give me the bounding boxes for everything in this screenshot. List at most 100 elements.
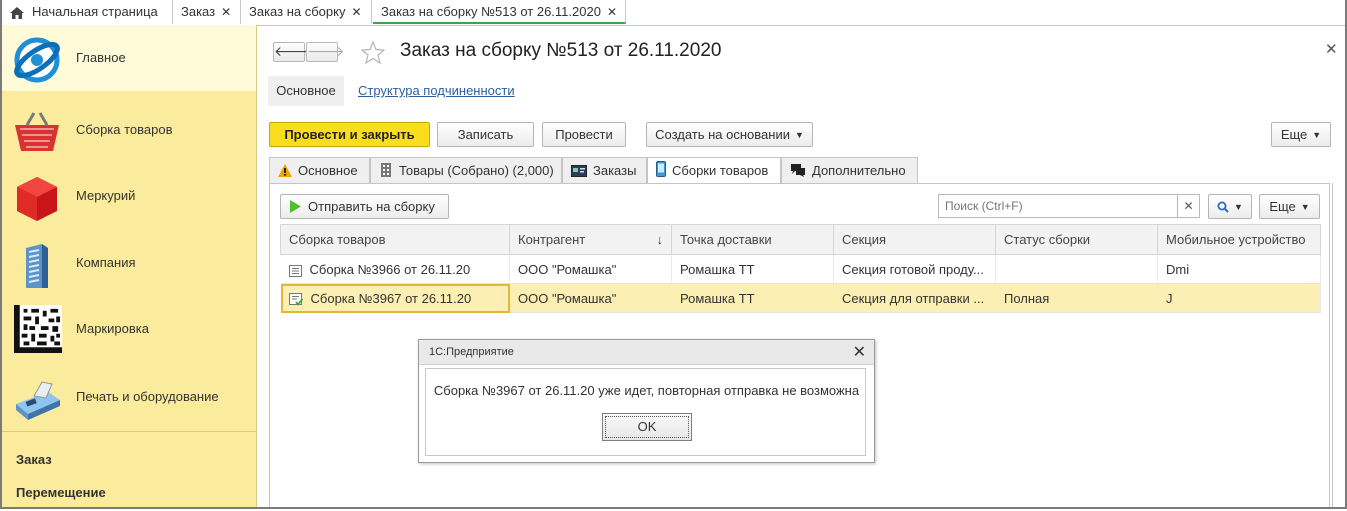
column-header[interactable]: Точка доставки xyxy=(671,224,834,255)
tab-goods[interactable]: Товары (Собрано) (2,000) xyxy=(370,157,562,183)
table-cell[interactable]: Полная xyxy=(995,283,1158,313)
cell-text: Сборка №3966 от 26.11.20 xyxy=(309,261,471,277)
sidebar-item-company[interactable]: Компания xyxy=(2,230,256,296)
table-cell[interactable]: Секция готовой проду... xyxy=(833,254,996,284)
sidebar-item-print-equipment[interactable]: Печать и оборудование xyxy=(2,364,256,430)
tab-label: Сборки товаров xyxy=(672,163,769,178)
tab-order-label: Заказ xyxy=(181,4,216,19)
column-header[interactable]: Мобильное устройство xyxy=(1157,224,1321,255)
sidebar-item-mercury[interactable]: Меркурий xyxy=(2,163,256,229)
tab-orders[interactable]: Заказы xyxy=(562,157,647,183)
search-input[interactable] xyxy=(938,194,1178,218)
dialog-titlebar: 1С:Предприятие ✕ xyxy=(419,340,874,365)
page-title: Заказ на сборку №513 от 26.11.2020 xyxy=(400,40,722,61)
tab-home-label: Начальная страница xyxy=(32,4,158,19)
table-cell[interactable]: ООО "Ромашка" xyxy=(509,283,672,313)
list-more-button[interactable]: Еще ▼ xyxy=(1259,194,1320,219)
table-cell[interactable]: Сборка №3967 от 26.11.20 xyxy=(280,283,510,313)
more-button[interactable]: Еще ▼ xyxy=(1271,122,1331,147)
sidebar-item-marking[interactable]: Маркировка xyxy=(2,296,256,362)
table-cell[interactable]: Ромашка ТТ xyxy=(671,254,834,284)
sidebar-item-label: Главное xyxy=(76,50,126,65)
write-button[interactable]: Записать xyxy=(437,122,534,147)
sidebar-item-label: Печать и оборудование xyxy=(76,389,219,404)
chevron-down-icon: ▼ xyxy=(794,130,804,140)
column-header[interactable]: Секция xyxy=(833,224,996,255)
sidebar-divider xyxy=(2,431,256,432)
building-icon xyxy=(381,163,391,177)
post-button[interactable]: Провести xyxy=(542,122,626,147)
column-header[interactable]: Контрагент ↓ xyxy=(509,224,672,255)
search-button[interactable]: ▼ xyxy=(1208,194,1252,219)
close-icon[interactable]: ✕ xyxy=(607,5,617,19)
chat-icon xyxy=(791,164,805,177)
sidebar-link-transfer[interactable]: Перемещение xyxy=(16,485,106,500)
forward-button[interactable]: 🡒 xyxy=(306,42,345,62)
chevron-down-icon: ▼ xyxy=(1312,130,1322,140)
home-icon xyxy=(10,6,24,19)
warning-icon xyxy=(278,164,292,177)
send-to-assembly-label: Отправить на сборку xyxy=(308,199,435,214)
table-cell[interactable]: J xyxy=(1157,283,1321,313)
create-based-on-button[interactable]: Создать на основании ▼ xyxy=(646,122,813,147)
star-icon[interactable] xyxy=(361,41,385,64)
cell-text: Сборка №3967 от 26.11.20 xyxy=(310,290,472,306)
document-posted-icon xyxy=(288,292,303,306)
cash-register-icon xyxy=(16,381,60,420)
table-header: Сборка товаров Контрагент ↓ Точка доставк… xyxy=(280,224,1321,255)
sidebar-item-label: Меркурий xyxy=(76,188,136,203)
table-row[interactable]: Сборка №3967 от 26.11.20 ООО "Ромашка" Р… xyxy=(280,283,1321,313)
phone-icon xyxy=(656,161,666,177)
sidebar-item-label: Сборка товаров xyxy=(76,122,173,137)
tab-home[interactable]: Начальная страница xyxy=(2,0,173,24)
table-cell[interactable] xyxy=(995,254,1158,284)
post-and-close-button[interactable]: Провести и закрыть xyxy=(269,122,430,147)
tab-label: Дополнительно xyxy=(812,163,906,178)
card-icon xyxy=(571,165,587,177)
document-icon xyxy=(288,264,302,277)
table-cell[interactable]: Секция для отправки ... xyxy=(833,283,996,313)
table-cell[interactable]: Сборка №3966 от 26.11.20 xyxy=(280,254,510,284)
tab-assembly-order-label: Заказ на сборку xyxy=(249,4,346,19)
tab-assembly-order[interactable]: Заказ на сборку ✕ xyxy=(241,0,372,24)
table-cell[interactable]: Dmi xyxy=(1157,254,1321,284)
close-icon[interactable]: ✕ xyxy=(853,342,866,362)
more-label: Еще xyxy=(1280,127,1308,142)
tab-main[interactable]: Основное xyxy=(269,157,370,183)
close-icon[interactable]: ✕ xyxy=(221,5,231,19)
table-cell[interactable]: Ромашка ТТ xyxy=(671,283,834,313)
scrollbar[interactable] xyxy=(1332,183,1333,507)
column-header-label: Контрагент xyxy=(518,232,586,247)
close-icon[interactable]: ✕ xyxy=(351,5,361,19)
chevron-down-icon: ▼ xyxy=(1300,202,1310,212)
tab-additional[interactable]: Дополнительно xyxy=(781,157,918,183)
list-more-label: Еще xyxy=(1269,199,1296,214)
tab-label: Товары (Собрано) (2,000) xyxy=(399,163,554,178)
sidebar-link-order[interactable]: Заказ xyxy=(16,452,52,467)
tab-assembly-order-513-label: Заказ на сборку №513 от 26.11.2020 xyxy=(381,4,601,19)
subtab-structure-link[interactable]: Структура подчиненности xyxy=(358,76,515,106)
create-based-on-label: Создать на основании xyxy=(655,127,790,142)
send-to-assembly-button[interactable]: Отправить на сборку xyxy=(280,194,449,219)
close-form-icon[interactable]: ✕ xyxy=(1325,40,1338,58)
dialog-body: Сборка №3967 от 26.11.20 уже идет, повто… xyxy=(425,368,866,456)
sidebar-item-assembly[interactable]: Сборка товаров xyxy=(2,97,256,163)
column-header[interactable]: Сборка товаров xyxy=(280,224,510,255)
back-button[interactable]: 🡐 xyxy=(273,42,312,62)
sort-arrow-icon: ↓ xyxy=(656,232,664,247)
table-cell[interactable]: ООО "Ромашка" xyxy=(509,254,672,284)
building-icon xyxy=(26,244,48,288)
ok-button[interactable]: OK xyxy=(602,413,692,441)
sidebar-item-main[interactable]: Главное xyxy=(2,25,256,91)
tab-order[interactable]: Заказ ✕ xyxy=(173,0,241,24)
table-row[interactable]: Сборка №3966 от 26.11.20 ООО "Ромашка" Р… xyxy=(280,254,1321,284)
top-tab-bar: Начальная страница Заказ ✕ Заказ на сборк… xyxy=(2,0,1345,26)
clear-search-icon[interactable]: ✕ xyxy=(1178,194,1200,218)
column-header[interactable]: Статус сборки xyxy=(995,224,1158,255)
sidebar-item-label: Компания xyxy=(76,255,136,270)
datamatrix-icon xyxy=(14,305,62,353)
tab-assembly-order-513[interactable]: Заказ на сборку №513 от 26.11.2020 ✕ xyxy=(373,0,626,24)
tab-assemblies[interactable]: Сборки товаров xyxy=(647,157,781,184)
subtab-main[interactable]: Основное xyxy=(268,76,344,106)
search-icon xyxy=(1217,201,1229,213)
